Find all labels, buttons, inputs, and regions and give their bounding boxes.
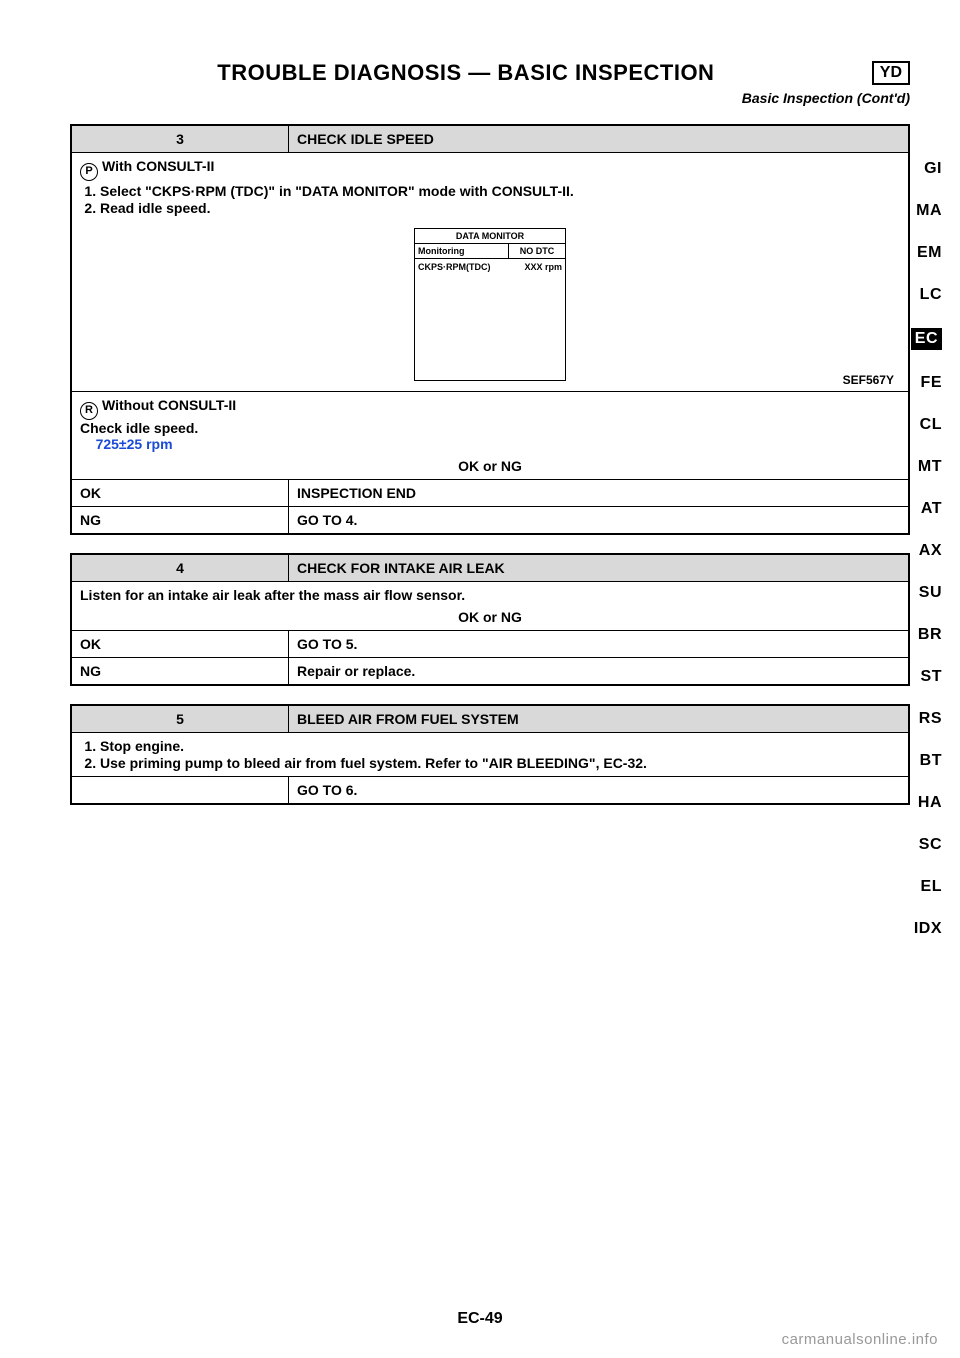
sidebar-item-lc[interactable]: LC	[920, 286, 942, 304]
check-idle-speed-text: Check idle speed.	[80, 420, 198, 436]
step-4-body-text: Listen for an intake air leak after the …	[80, 587, 465, 603]
page-title: TROUBLE DIAGNOSIS — BASIC INSPECTION	[70, 60, 862, 86]
monitor-value: XXX rpm	[524, 262, 562, 377]
watermark: carmanualsonline.info	[782, 1331, 938, 1348]
step-3-without-body: RWithout CONSULT-II Check idle speed. 72…	[71, 392, 909, 480]
step-5-bullet-1: Stop engine.	[100, 738, 900, 754]
with-consult-label: With CONSULT-II	[102, 158, 214, 174]
no-consult-icon: R	[80, 402, 98, 420]
page-number: EC-49	[0, 1310, 960, 1328]
step-3-body: PWith CONSULT-II Select "CKPS·RPM (TDC)"…	[71, 153, 909, 392]
step-4-row-2-action: Repair or replace.	[289, 658, 910, 686]
sidebar-item-ax[interactable]: AX	[919, 542, 942, 560]
step-5-row-1-action: GO TO 6.	[289, 777, 910, 805]
step-5-body: Stop engine. Use priming pump to bleed a…	[71, 733, 909, 777]
sidebar-item-rs[interactable]: RS	[919, 710, 942, 728]
step-3-bullet-2: Read idle speed.	[100, 200, 900, 216]
step-3-row-1-result: OK	[71, 480, 289, 507]
ok-or-ng-label-4: OK or NG	[80, 609, 900, 625]
sidebar-item-at[interactable]: AT	[921, 500, 942, 518]
ok-or-ng-label: OK or NG	[80, 458, 900, 474]
sidebar-item-em[interactable]: EM	[917, 244, 942, 262]
sidebar-item-idx[interactable]: IDX	[914, 920, 942, 938]
step-5-table: 5 BLEED AIR FROM FUEL SYSTEM Stop engine…	[70, 704, 910, 805]
page-subheader: Basic Inspection (Cont'd)	[70, 90, 910, 106]
step-3-row-1-action: INSPECTION END	[289, 480, 910, 507]
figure-ref: SEF567Y	[843, 373, 894, 387]
idle-speed-spec: 725±25 rpm	[96, 436, 173, 452]
sidebar-item-bt[interactable]: BT	[920, 752, 942, 770]
sidebar-item-mt[interactable]: MT	[918, 458, 942, 476]
sidebar-item-st[interactable]: ST	[921, 668, 942, 686]
step-5-title: BLEED AIR FROM FUEL SYSTEM	[289, 705, 910, 733]
sidebar-item-sc[interactable]: SC	[919, 836, 942, 854]
step-4-body: Listen for an intake air leak after the …	[71, 582, 909, 631]
step-5-bullet-2: Use priming pump to bleed air from fuel …	[100, 755, 900, 771]
without-consult-label: Without CONSULT-II	[102, 397, 236, 413]
sidebar-item-el[interactable]: EL	[921, 878, 942, 896]
step-4-table: 4 CHECK FOR INTAKE AIR LEAK Listen for a…	[70, 553, 910, 686]
section-tabs: GI MA EM LC EC FE CL MT AT AX SU BR ST R…	[911, 160, 942, 938]
monitor-title: DATA MONITOR	[415, 229, 565, 244]
sidebar-item-ha[interactable]: HA	[918, 794, 942, 812]
monitor-left-label: Monitoring	[415, 244, 509, 258]
sidebar-item-cl[interactable]: CL	[920, 416, 942, 434]
step-3-title: CHECK IDLE SPEED	[289, 125, 910, 153]
sidebar-item-br[interactable]: BR	[918, 626, 942, 644]
sidebar-item-gi[interactable]: GI	[924, 160, 942, 178]
monitor-right-label: NO DTC	[509, 244, 565, 258]
step-4-number: 4	[71, 554, 289, 582]
step-4-row-2-result: NG	[71, 658, 289, 686]
step-5-row-1-result	[71, 777, 289, 805]
step-5-number: 5	[71, 705, 289, 733]
step-3-row-2-result: NG	[71, 507, 289, 535]
step-3-bullet-1: Select "CKPS·RPM (TDC)" in "DATA MONITOR…	[100, 183, 900, 199]
step-4-row-1-action: GO TO 5.	[289, 631, 910, 658]
sidebar-item-fe[interactable]: FE	[921, 374, 942, 392]
monitor-param: CKPS·RPM(TDC)	[418, 262, 491, 377]
step-4-title: CHECK FOR INTAKE AIR LEAK	[289, 554, 910, 582]
step-3-number: 3	[71, 125, 289, 153]
engine-badge: YD	[872, 61, 910, 85]
sidebar-item-su[interactable]: SU	[919, 584, 942, 602]
step-3-table: 3 CHECK IDLE SPEED PWith CONSULT-II Sele…	[70, 124, 910, 535]
data-monitor-panel: DATA MONITOR Monitoring NO DTC CKPS·RPM(…	[414, 228, 566, 381]
step-3-row-2-action: GO TO 4.	[289, 507, 910, 535]
consult-icon: P	[80, 163, 98, 181]
sidebar-item-ma[interactable]: MA	[916, 202, 942, 220]
sidebar-item-ec[interactable]: EC	[911, 328, 942, 350]
step-4-row-1-result: OK	[71, 631, 289, 658]
